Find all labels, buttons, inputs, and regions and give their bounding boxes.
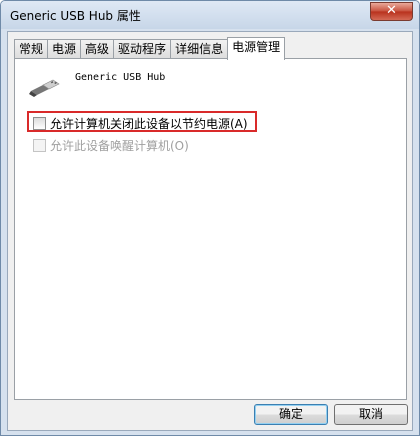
title-bar: Generic USB Hub 属性 ✕ [1,1,419,29]
window-title: Generic USB Hub 属性 [10,9,141,23]
tab-advanced[interactable]: 高级 [80,39,115,59]
allow-wake-checkbox [33,139,46,152]
properties-dialog: Generic USB Hub 属性 ✕ 常规 电源 高级 驱动程序 详细信息 … [0,0,420,436]
allow-wake-label: 允许此设备唤醒计算机(O) [50,139,189,153]
allow-wake-option: 允许此设备唤醒计算机(O) [33,137,189,154]
power-management-panel: Generic USB Hub 允许计算机关闭此设备以节约电源(A) 允许此设备… [14,58,407,400]
usb-plug-icon [29,79,60,97]
tab-driver[interactable]: 驱动程序 [113,39,172,59]
allow-turn-off-checkbox[interactable] [33,117,46,130]
ok-button[interactable]: 确定 [254,404,328,425]
tab-details[interactable]: 详细信息 [170,39,229,59]
close-button[interactable]: ✕ [370,2,413,21]
device-name: Generic USB Hub [75,72,166,83]
allow-turn-off-label[interactable]: 允许计算机关闭此设备以节约电源(A) [50,115,248,132]
tab-power[interactable]: 电源 [47,39,82,59]
tab-strip: 常规 电源 高级 驱动程序 详细信息 电源管理 [14,37,286,60]
tab-power-management[interactable]: 电源管理 [227,37,286,60]
cancel-button[interactable]: 取消 [334,404,408,425]
allow-turn-off-option[interactable]: 允许计算机关闭此设备以节约电源(A) [33,115,248,132]
tab-general[interactable]: 常规 [14,39,49,59]
dialog-body: 常规 电源 高级 驱动程序 详细信息 电源管理 Generic USB Hub … [7,31,413,431]
